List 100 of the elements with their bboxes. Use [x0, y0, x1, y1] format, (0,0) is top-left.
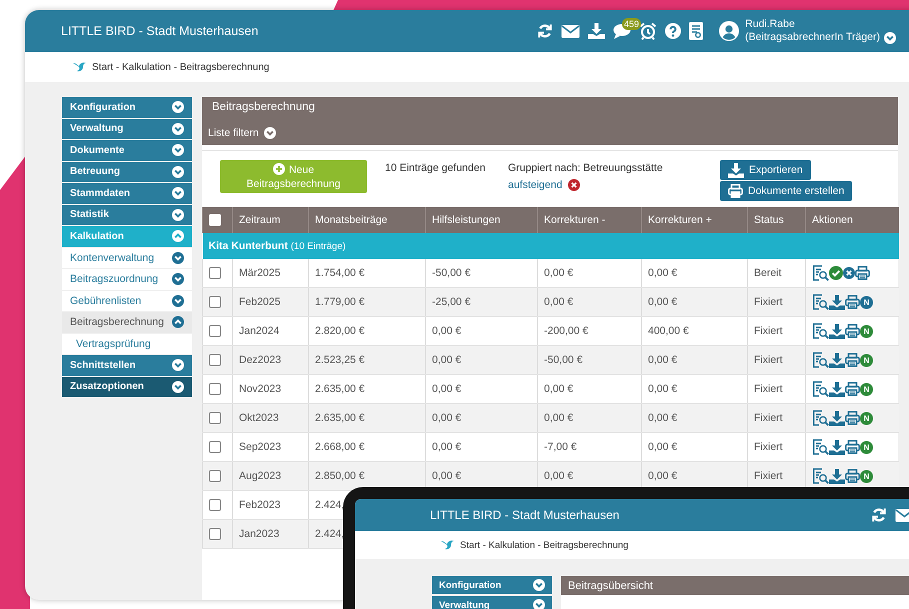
- download-icon[interactable]: [588, 23, 606, 39]
- status-badge[interactable]: N: [860, 296, 873, 308]
- table-cell: Fixiert: [754, 470, 783, 482]
- sidebar-item[interactable]: Statistik: [62, 204, 192, 225]
- row-checkbox[interactable]: [209, 441, 221, 454]
- print-icon[interactable]: [845, 411, 860, 425]
- sidebar-item[interactable]: Schnittstellen: [62, 355, 192, 376]
- sort-link[interactable]: aufsteigend: [508, 179, 562, 191]
- grouping-label: Gruppiert nach: Betreuungsstätte: [508, 162, 664, 174]
- table-cell: 0,00 €: [544, 412, 574, 424]
- sidebar-item[interactable]: Zusatzoptionen: [62, 376, 192, 397]
- table-cell: Fixiert: [754, 383, 783, 395]
- table-cell: 2.424,: [315, 499, 344, 511]
- print-icon[interactable]: [855, 266, 870, 280]
- row-checkbox[interactable]: [209, 267, 221, 280]
- sidebar-item[interactable]: Dokumente: [62, 140, 192, 160]
- print-icon[interactable]: [845, 440, 860, 454]
- create-documents-button[interactable]: Dokumente erstellen: [720, 181, 852, 201]
- download-icon[interactable]: [829, 382, 845, 396]
- sidebar-item[interactable]: Verwaltung: [62, 118, 192, 139]
- download-icon[interactable]: [829, 324, 845, 338]
- print-icon[interactable]: [845, 324, 860, 338]
- view-document-icon[interactable]: [812, 265, 829, 281]
- sidebar-item[interactable]: Beitragsberechnung: [62, 312, 192, 332]
- chevron-down-icon[interactable]: [884, 32, 896, 44]
- sidebar-item[interactable]: Konfiguration: [62, 97, 192, 118]
- table-cell: Fixiert: [754, 325, 783, 337]
- table-cell: 2.635,00 €: [315, 412, 365, 424]
- breadcrumb[interactable]: Start - Kalkulation - Beitragsberechnung: [460, 540, 628, 550]
- chevron-down-icon[interactable]: [264, 127, 276, 139]
- help-icon[interactable]: [665, 23, 682, 39]
- status-badge[interactable]: N: [860, 382, 873, 396]
- refresh-icon[interactable]: [537, 23, 554, 39]
- sidebar-item[interactable]: Betreuung: [62, 162, 192, 182]
- row-checkbox[interactable]: [209, 296, 221, 308]
- table-cell: Feb2023: [239, 499, 280, 511]
- view-document-icon[interactable]: [812, 352, 829, 368]
- mail-icon[interactable]: [895, 508, 909, 522]
- status-badge[interactable]: N: [860, 354, 873, 366]
- row-checkbox[interactable]: [209, 412, 221, 424]
- table-cell: 0,00 €: [544, 383, 574, 395]
- result-count: 10 Einträge gefunden: [385, 162, 486, 174]
- view-document-icon[interactable]: [812, 323, 829, 339]
- table-cell: 0,00 €: [648, 383, 678, 395]
- approve-icon[interactable]: [829, 266, 843, 280]
- plus-icon: [272, 162, 285, 174]
- status-badge[interactable]: N: [860, 324, 873, 338]
- download-icon[interactable]: [829, 294, 845, 310]
- view-document-icon[interactable]: [812, 410, 829, 426]
- row-checkbox[interactable]: [209, 528, 221, 540]
- download-icon[interactable]: [829, 440, 845, 454]
- table-cell: Feb2025: [239, 296, 280, 308]
- sidebar-item[interactable]: Kontenverwaltung: [62, 248, 192, 268]
- view-document-icon[interactable]: [812, 381, 829, 397]
- table-cell: 0,00 €: [432, 325, 462, 337]
- breadcrumb[interactable]: Start - Kalkulation - Beitragsberechnung: [92, 62, 270, 72]
- document-icon[interactable]: [689, 22, 704, 40]
- row-checkbox[interactable]: [209, 325, 221, 338]
- view-document-icon[interactable]: [812, 468, 829, 484]
- status-badge[interactable]: N: [860, 412, 873, 424]
- sidebar-item[interactable]: Kalkulation: [62, 226, 192, 246]
- table-cell: 2.850,00 €: [315, 470, 365, 482]
- select-all-checkbox[interactable]: [209, 214, 221, 226]
- download-icon[interactable]: [829, 352, 845, 368]
- remove-icon[interactable]: [568, 179, 580, 191]
- mail-icon[interactable]: [561, 24, 580, 38]
- download-icon[interactable]: [829, 410, 845, 426]
- refresh-icon[interactable]: [871, 507, 887, 523]
- sidebar-item[interactable]: Gebührenlisten: [62, 290, 192, 311]
- row-checkbox[interactable]: [209, 470, 221, 482]
- export-button[interactable]: Exportieren: [720, 160, 811, 180]
- sidebar-item[interactable]: Stammdaten: [62, 183, 192, 204]
- sidebar-item[interactable]: Vertragsprüfung: [62, 334, 192, 354]
- download-icon: [728, 162, 744, 178]
- table-cell: -50,00 €: [544, 354, 583, 366]
- user-icon[interactable]: [719, 21, 740, 41]
- table-cell: 0,00 €: [544, 470, 574, 482]
- status-badge[interactable]: N: [860, 470, 873, 482]
- table-cell: 2.635,00 €: [315, 383, 365, 395]
- table-cell: Aug2023: [239, 470, 282, 482]
- status-badge[interactable]: N: [860, 440, 873, 454]
- table-cell: 400,00 €: [648, 325, 689, 337]
- view-document-icon[interactable]: [812, 294, 829, 310]
- view-document-icon[interactable]: [812, 439, 829, 455]
- sidebar-item[interactable]: Beitragszuordnung: [62, 269, 192, 290]
- print-icon[interactable]: [845, 353, 860, 367]
- download-icon[interactable]: [829, 468, 845, 484]
- sidebar-item[interactable]: Konfiguration: [432, 576, 552, 594]
- alarm-clock-icon[interactable]: [639, 22, 658, 40]
- row-checkbox[interactable]: [209, 383, 221, 396]
- table-cell: 0,00 €: [648, 296, 678, 308]
- print-icon[interactable]: [845, 295, 860, 309]
- filter-toggle[interactable]: Liste filtern: [208, 127, 259, 139]
- reject-icon[interactable]: [843, 267, 855, 279]
- print-icon[interactable]: [845, 382, 860, 396]
- row-checkbox[interactable]: [209, 499, 221, 512]
- row-checkbox[interactable]: [209, 354, 221, 366]
- logo-icon: [73, 62, 87, 72]
- app-title: LITTLE BIRD - Stadt Musterhausen: [430, 508, 620, 522]
- print-icon[interactable]: [845, 469, 860, 483]
